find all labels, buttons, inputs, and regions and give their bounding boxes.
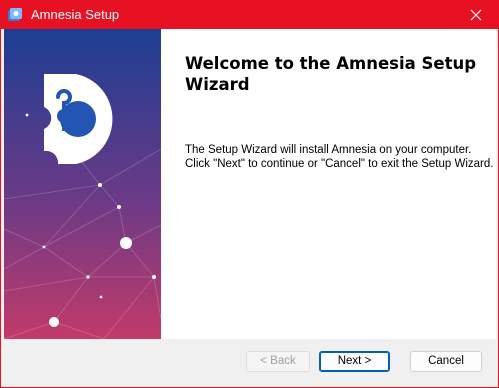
welcome-description: The Setup Wizard will install Amnesia on…	[185, 143, 494, 171]
back-button[interactable]: < Back	[246, 351, 310, 372]
window-title: Amnesia Setup	[31, 7, 120, 22]
close-icon	[470, 9, 482, 21]
close-button[interactable]	[454, 1, 498, 29]
banner-graphic	[4, 29, 161, 339]
next-button[interactable]: Next >	[319, 351, 390, 372]
wizard-content: Welcome to the Amnesia Setup Wizard The …	[4, 29, 496, 339]
title-bar[interactable]: Amnesia Setup	[1, 1, 498, 29]
cancel-button[interactable]: Cancel	[410, 351, 482, 372]
welcome-heading: Welcome to the Amnesia Setup Wizard	[185, 54, 477, 94]
button-bar: < Back Next > Cancel	[4, 339, 496, 385]
description-line-1: The Setup Wizard will install Amnesia on…	[185, 144, 472, 156]
setup-window: Amnesia Setup Welcome to the Amnesia Set…	[0, 0, 499, 388]
description-line-2: Click "Next" to continue or "Cancel" to …	[185, 158, 494, 170]
side-banner	[4, 29, 161, 339]
installer-app-icon	[8, 8, 22, 21]
